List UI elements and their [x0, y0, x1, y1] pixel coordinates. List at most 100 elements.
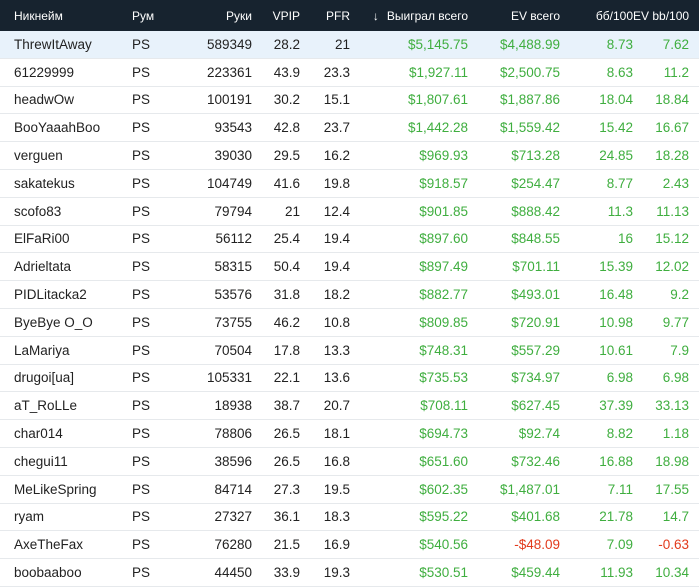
- table-row[interactable]: char014 PS 78806 26.5 18.1 $694.73 $92.74 8.82 1…: [0, 420, 699, 448]
- column-header-won-total[interactable]: ↓ Выиграл всего: [350, 9, 468, 23]
- cell-pfr: 21: [334, 36, 350, 52]
- cell-won-total: $901.85: [419, 203, 468, 219]
- cell-room: PS: [132, 120, 151, 136]
- cell-vpip: 25.4: [273, 231, 300, 247]
- cell-pfr: 13.6: [323, 370, 350, 386]
- cell-room: PS: [132, 481, 151, 497]
- cell-ev-bb100: 9.2: [670, 287, 689, 303]
- cell-room: PS: [132, 398, 151, 414]
- column-header-ev-bb100[interactable]: EV bb/100: [633, 9, 699, 23]
- cell-room: PS: [132, 148, 151, 164]
- cell-hands: 79794: [214, 203, 252, 219]
- cell-vpip: 28.2: [273, 36, 300, 52]
- table-row[interactable]: AxeTheFax PS 76280 21.5 16.9 $540.56 -$48.09 7.…: [0, 531, 699, 560]
- table-row[interactable]: ElFaRi00 PS 56112 25.4 19.4 $897.60 $848.55 16 1…: [0, 226, 699, 254]
- table-row[interactable]: chegui11 PS 38596 26.5 16.8 $651.60 $732.46 16.…: [0, 448, 699, 476]
- cell-nickname: BooYaaahBoo: [14, 120, 101, 136]
- cell-ev-bb100: 33.13: [655, 398, 689, 414]
- cell-ev-bb100: 17.55: [655, 481, 689, 497]
- cell-pfr: 20.7: [323, 398, 350, 414]
- cell-won-total: $969.93: [419, 148, 468, 164]
- cell-ev-total: $2,500.75: [499, 64, 560, 80]
- cell-ev-bb100: 10.34: [655, 565, 689, 581]
- table-row[interactable]: Adrieltata PS 58315 50.4 19.4 $897.49 $701.11 1…: [0, 253, 699, 282]
- column-header-room[interactable]: Рум: [112, 9, 172, 23]
- cell-pfr: 13.3: [323, 342, 350, 358]
- cell-nickname: 61229999: [14, 64, 75, 80]
- table-row[interactable]: verguen PS 39030 29.5 16.2 $969.93 $713.28 24.8…: [0, 142, 699, 170]
- cell-ev-bb100: 18.28: [655, 148, 689, 164]
- cell-room: PS: [132, 370, 151, 386]
- cell-hands: 105331: [206, 370, 252, 386]
- cell-vpip: 36.1: [273, 509, 300, 525]
- column-header-won-label: Выиграл всего: [386, 8, 468, 23]
- cell-hands: 76280: [214, 537, 252, 553]
- cell-pfr: 23.7: [323, 120, 350, 136]
- cell-ev-total: $401.68: [511, 509, 560, 525]
- table-row[interactable]: 61229999 PS 223361 43.9 23.3 $1,927.11 $2,500.…: [0, 59, 699, 87]
- table-row[interactable]: aT_RoLLe PS 18938 38.7 20.7 $708.11 $627.45 37.…: [0, 392, 699, 421]
- cell-room: PS: [132, 36, 151, 52]
- column-header-vpip[interactable]: VPIP: [252, 9, 300, 23]
- cell-nickname: drugoi[ua]: [14, 370, 75, 386]
- cell-hands: 39030: [214, 148, 252, 164]
- column-header-ev-total[interactable]: EV всего: [468, 9, 560, 23]
- cell-ev-bb100: 7.62: [662, 36, 689, 52]
- cell-ev-total: $713.28: [511, 148, 560, 164]
- cell-room: PS: [132, 565, 151, 581]
- cell-pfr: 19.4: [323, 231, 350, 247]
- cell-ev-total: $254.47: [511, 175, 560, 191]
- cell-hands: 58315: [214, 259, 252, 275]
- cell-ev-total: $732.46: [511, 453, 560, 469]
- cell-pfr: 18.2: [323, 287, 350, 303]
- cell-ev-total: $701.11: [512, 259, 560, 275]
- cell-ev-bb100: 1.18: [662, 426, 689, 442]
- table-row[interactable]: BooYaaahBoo PS 93543 42.8 23.7 $1,442.28 $1,55…: [0, 114, 699, 143]
- table-row[interactable]: LaMariya PS 70504 17.8 13.3 $748.31 $557.29 10.…: [0, 337, 699, 365]
- cell-bb100: 16.48: [599, 287, 633, 303]
- cell-vpip: 42.8: [273, 120, 300, 136]
- table-row[interactable]: headwOw PS 100191 30.2 15.1 $1,807.61 $1,887.8…: [0, 87, 699, 115]
- cell-nickname: boobaaboo: [14, 565, 82, 581]
- cell-ev-total: $1,887.86: [499, 92, 560, 108]
- cell-pfr: 16.2: [323, 148, 350, 164]
- cell-nickname: LaMariya: [14, 342, 70, 358]
- column-header-hands[interactable]: Руки: [172, 9, 252, 23]
- cell-hands: 104749: [206, 175, 252, 191]
- column-header-pfr[interactable]: PFR: [300, 9, 350, 23]
- cell-hands: 56112: [215, 231, 252, 247]
- cell-vpip: 21.5: [273, 537, 300, 553]
- table-row[interactable]: boobaaboo PS 44450 33.9 19.3 $530.51 $459.44 11…: [0, 559, 699, 587]
- table-row[interactable]: PIDLitacka2 PS 53576 31.8 18.2 $882.77 $493.01…: [0, 281, 699, 309]
- cell-bb100: 11.93: [600, 565, 633, 581]
- cell-nickname: AxeTheFax: [14, 537, 84, 553]
- table-row[interactable]: drugoi[ua] PS 105331 22.1 13.6 $735.53 $734.97…: [0, 365, 699, 393]
- table-row[interactable]: ByeBye O_O PS 73755 46.2 10.8 $809.85 $720.91 1…: [0, 309, 699, 337]
- table-row[interactable]: ThrewItAway PS 589349 28.2 21 $5,145.75 $4,488…: [0, 31, 699, 59]
- cell-nickname: verguen: [14, 148, 63, 164]
- cell-hands: 70504: [214, 342, 252, 358]
- cell-won-total: $897.60: [419, 231, 468, 247]
- cell-room: PS: [132, 453, 151, 469]
- cell-ev-bb100: 14.7: [662, 509, 689, 525]
- cell-bb100: 10.98: [599, 314, 633, 330]
- table-row[interactable]: sakatekus PS 104749 41.6 19.8 $918.57 $254.47 8…: [0, 170, 699, 198]
- column-header-bb100[interactable]: бб/100: [560, 9, 633, 23]
- cell-nickname: headwOw: [14, 92, 75, 108]
- cell-won-total: $530.51: [419, 565, 468, 581]
- cell-ev-total: $627.45: [511, 398, 560, 414]
- table-row[interactable]: ryam PS 27327 36.1 18.3 $595.22 $401.68 21.78 14…: [0, 504, 699, 532]
- cell-hands: 18938: [214, 398, 252, 414]
- cell-ev-bb100: -0.63: [658, 537, 689, 553]
- cell-hands: 53576: [214, 287, 252, 303]
- table-row[interactable]: scofo83 PS 79794 21 12.4 $901.85 $888.42 11.3 11…: [0, 198, 699, 226]
- cell-ev-total: $1,487.01: [499, 481, 560, 497]
- cell-bb100: 16: [617, 231, 633, 247]
- table-row[interactable]: MeLikeSpring PS 84714 27.3 19.5 $602.35 $1,487…: [0, 476, 699, 504]
- cell-won-total: $5,145.75: [407, 36, 468, 52]
- column-header-nickname[interactable]: Никнейм: [0, 9, 112, 23]
- cell-bb100: 8.73: [606, 36, 633, 52]
- cell-bb100: 15.39: [599, 259, 633, 275]
- cell-ev-bb100: 15.12: [655, 231, 689, 247]
- cell-ev-total: $493.01: [511, 287, 560, 303]
